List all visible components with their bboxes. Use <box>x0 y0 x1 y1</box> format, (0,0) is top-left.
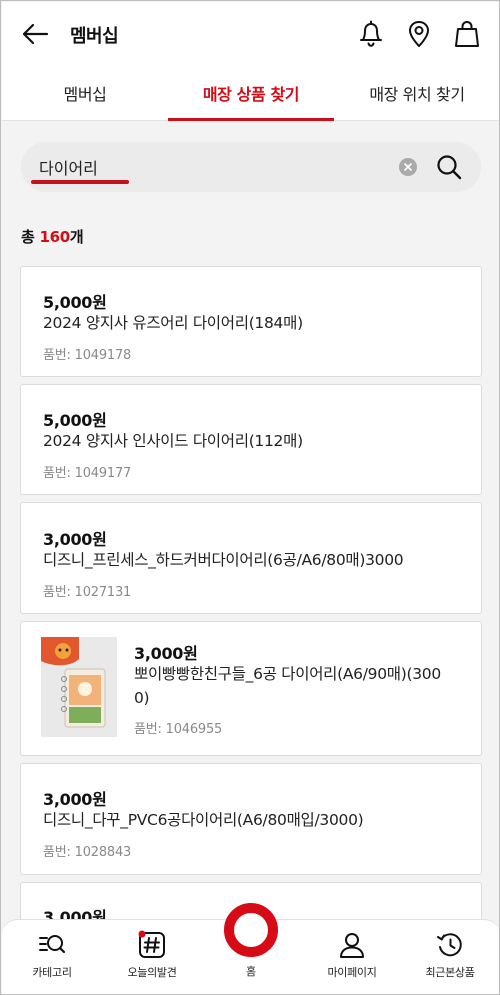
person-icon <box>337 930 367 960</box>
product-name-line-1: 뽀이빵빵한친구들_6공 다이어리(A6/90매)(300 <box>134 665 441 683</box>
nav-my-page[interactable]: 마이페이지 <box>302 920 402 994</box>
product-code: 품번: 1027131 <box>43 585 132 600</box>
nav-label: 오늘의발견 <box>127 966 177 979</box>
product-name: 디즈니_다꾸_PVC6공다이어리(A6/80매입/3000) <box>43 811 364 829</box>
product-card[interactable]: 5,000원 2024 양지사 유즈어리 다이어리(184매) 품번: 1049… <box>20 266 482 377</box>
product-card[interactable]: 3,000원 뽀이빵빵한친구들_6공 다이어리(A6/90매)(300 0) 품… <box>20 621 482 756</box>
location-pin-icon[interactable] <box>405 19 433 49</box>
tab-store-product-search[interactable]: 매장 상품 찾기 <box>168 65 334 121</box>
header: 멤버십 <box>2 2 499 65</box>
search-input[interactable] <box>39 152 379 182</box>
nav-label: 카테고리 <box>32 966 72 979</box>
category-search-icon <box>37 930 67 960</box>
nav-recent-products[interactable]: 최근본상품 <box>400 920 499 994</box>
clear-icon[interactable] <box>399 158 417 176</box>
product-code: 품번: 1028843 <box>43 845 132 860</box>
nav-label: 마이페이지 <box>327 966 377 979</box>
nav-category[interactable]: 카테고리 <box>2 920 102 994</box>
result-count: 총 160개 <box>21 226 84 247</box>
bell-icon[interactable] <box>357 19 385 49</box>
nav-today-discovery[interactable]: 오늘의발견 <box>102 920 202 994</box>
app-frame: 멤버십 멤버십 매장 상품 찾기 매장 위치 찾기 다이어리 총 160개 5,… <box>0 0 500 995</box>
product-card[interactable]: 5,000원 2024 양지사 인사이드 다이어리(112매) 품번: 1049… <box>20 384 482 495</box>
search-term-underline <box>31 180 129 184</box>
search-bar <box>21 142 481 192</box>
back-arrow-icon[interactable] <box>20 20 50 48</box>
shopping-bag-icon[interactable] <box>453 19 481 49</box>
product-card[interactable]: 3,000원 디즈니_프린세스_하드커버다이어리(6공/A6/80매)3000 … <box>20 502 482 614</box>
active-tab-indicator <box>168 118 334 121</box>
product-code: 품번: 1049178 <box>43 348 132 363</box>
history-icon <box>435 930 465 960</box>
product-code: 품번: 1046955 <box>134 722 223 737</box>
hashtag-icon <box>137 930 167 960</box>
product-price: 5,000원 <box>43 411 107 430</box>
product-card[interactable]: 3,000원 디즈니_다꾸_PVC6공다이어리(A6/80매입/3000) 품번… <box>20 763 482 875</box>
product-image <box>41 637 117 737</box>
product-name: 2024 양지사 유즈어리 다이어리(184매) <box>43 314 303 332</box>
product-price: 5,000원 <box>43 293 107 312</box>
product-code: 품번: 1049177 <box>43 466 132 481</box>
nav-label: 최근본상품 <box>425 966 475 979</box>
product-name: 디즈니_프린세스_하드커버다이어리(6공/A6/80매)3000 <box>43 551 404 569</box>
product-price: 3,000원 <box>43 790 107 809</box>
search-icon[interactable] <box>435 153 463 181</box>
tab-bar: 멤버십 매장 상품 찾기 매장 위치 찾기 <box>2 65 499 121</box>
result-count-prefix: 총 <box>21 228 35 246</box>
home-ring-icon[interactable] <box>224 903 278 957</box>
tab-store-location-search[interactable]: 매장 위치 찾기 <box>334 65 499 121</box>
product-name-line-2: 0) <box>134 689 150 707</box>
product-price: 3,000원 <box>134 644 198 663</box>
product-price: 3,000원 <box>43 530 107 549</box>
tab-membership[interactable]: 멤버십 <box>2 65 168 121</box>
nav-home-label[interactable]: 홈 <box>201 963 301 979</box>
product-name: 2024 양지사 인사이드 다이어리(112매) <box>43 432 303 450</box>
page-title: 멤버십 <box>70 26 119 47</box>
result-count-suffix: 개 <box>69 228 84 246</box>
result-count-number: 160 <box>39 228 70 246</box>
